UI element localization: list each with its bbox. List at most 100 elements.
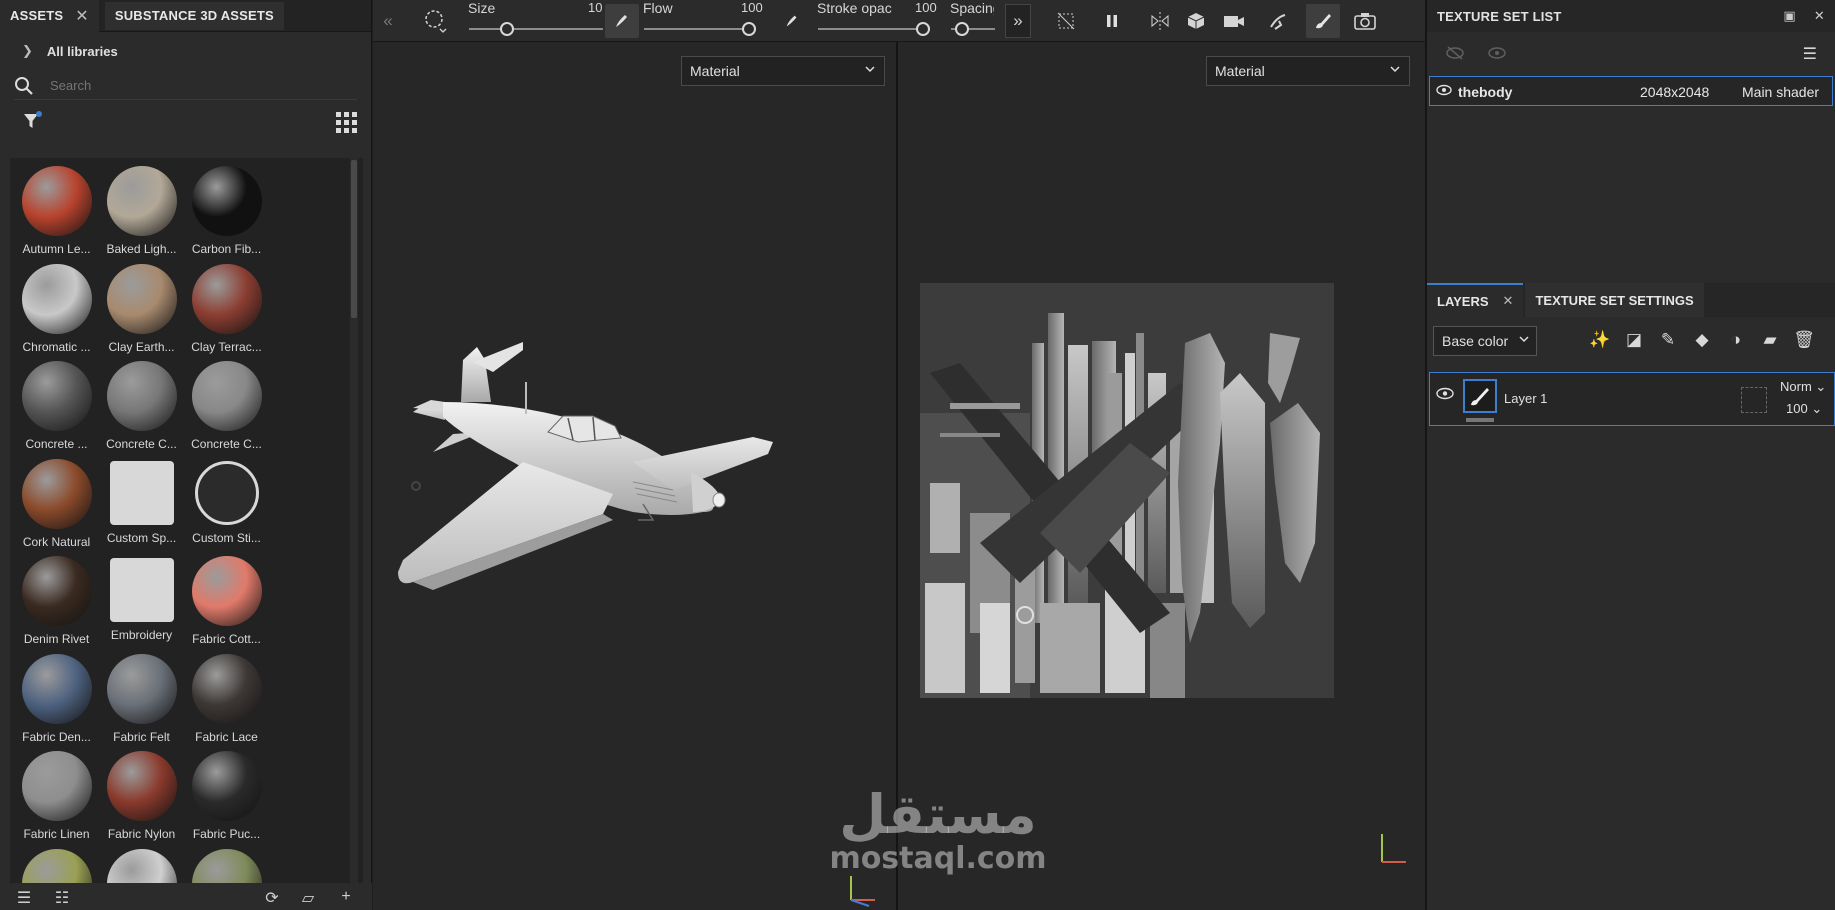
asset-item[interactable]: Fabric Felt	[99, 652, 184, 750]
asset-item[interactable]	[14, 847, 99, 883]
asset-item[interactable]: Autumn Le...	[14, 164, 99, 262]
spacing-slider-handle[interactable]	[955, 22, 969, 36]
tab-layers[interactable]: LAYERS ✕	[1427, 283, 1524, 317]
assets-grid-area: Autumn Le... Baked Ligh... Carbon Fib... Ch…	[10, 158, 363, 883]
tab-texture-set-settings[interactable]: TEXTURE SET SETTINGS	[1525, 283, 1704, 317]
asset-item[interactable]: Fabric Puc...	[184, 749, 269, 847]
add-smart-material-icon[interactable]: ◑	[1725, 330, 1747, 352]
asset-item[interactable]: Concrete ...	[14, 359, 99, 457]
asset-item[interactable]: Fabric Den...	[14, 652, 99, 750]
asset-item[interactable]: Concrete C...	[184, 359, 269, 457]
uv-texture-preview[interactable]	[920, 283, 1334, 698]
assets-scrollbar[interactable]	[350, 158, 358, 883]
texture-set-row[interactable]: thebody 2048x2048 Main shader	[1429, 76, 1833, 106]
viewport-2d-mode-dropdown[interactable]: Material	[1206, 56, 1410, 86]
scrollbar-thumb[interactable]	[351, 160, 357, 318]
viewport-3d[interactable]: Material	[373, 42, 896, 910]
layer-thumbnail[interactable]	[1463, 379, 1497, 413]
stroke-opacity-slider-handle[interactable]	[916, 22, 930, 36]
material-sphere-preview	[21, 751, 92, 821]
add-folder-icon[interactable]: ▰	[1759, 330, 1781, 352]
layer-mask-handle	[1466, 418, 1494, 422]
asset-item[interactable]: Fabric Cott...	[184, 554, 269, 652]
flow-slider[interactable]	[644, 28, 756, 30]
add-paint-layer-icon[interactable]: ✎	[1657, 330, 1679, 352]
viewport-2d[interactable]: Material مستقل mostaql.com	[829, 42, 1425, 910]
stroke-opacity-value: 100	[915, 0, 937, 15]
close-icon[interactable]: ✕	[1503, 293, 1514, 309]
brush-shape-icon[interactable]	[419, 4, 453, 38]
asset-item[interactable]: Fabric Linen	[14, 749, 99, 847]
asset-item[interactable]: Baked Ligh...	[99, 164, 184, 262]
channel-dropdown[interactable]: Base color	[1433, 326, 1537, 356]
screenshot-camera-icon[interactable]	[1348, 4, 1382, 38]
refresh-icon[interactable]: ⟳	[262, 888, 282, 907]
new-folder-icon[interactable]: ▱	[298, 888, 318, 907]
symmetry-icon[interactable]	[1143, 4, 1177, 38]
stroke-opacity-slider[interactable]	[818, 28, 930, 30]
asset-item[interactable]: Clay Earth...	[99, 262, 184, 360]
close-icon[interactable]: ✕	[1814, 8, 1825, 24]
asset-item[interactable]: Cork Natural	[14, 457, 99, 555]
visibility-eye-icon[interactable]	[1436, 387, 1454, 403]
asset-item[interactable]: Embroidery	[99, 554, 184, 652]
display-cube-icon[interactable]	[1179, 4, 1213, 38]
asset-item[interactable]: Denim Rivet	[14, 554, 99, 652]
asset-label: Fabric Puc...	[192, 827, 261, 841]
close-icon[interactable]: ✕	[75, 6, 89, 26]
flow-slider-handle[interactable]	[742, 22, 756, 36]
asset-item[interactable]: Carbon Fib...	[184, 164, 269, 262]
flow-pen-pressure-icon[interactable]	[605, 4, 639, 38]
menu-icon[interactable]: ☰	[1803, 44, 1817, 64]
size-label: Size	[468, 0, 496, 16]
tab-substance-assets[interactable]: SUBSTANCE 3D ASSETS	[104, 1, 284, 30]
size-slider[interactable]	[469, 28, 603, 30]
hide-all-icon[interactable]	[1445, 45, 1465, 63]
add-mask-icon[interactable]: ◪	[1623, 330, 1645, 352]
blend-mode-dropdown[interactable]: Norm ⌄	[1780, 379, 1826, 395]
tab-assets[interactable]: ASSETS ✕	[0, 0, 99, 32]
layer-mask-slot[interactable]	[1741, 387, 1767, 413]
search-input[interactable]	[50, 78, 310, 93]
material-sphere-preview	[21, 166, 92, 236]
grid-view-icon[interactable]	[336, 111, 357, 133]
material-sphere-preview	[191, 848, 262, 883]
asset-item[interactable]	[99, 847, 184, 883]
material-sphere-preview	[106, 848, 177, 883]
asset-label: Carbon Fib...	[191, 242, 262, 256]
camera-icon[interactable]	[1217, 4, 1251, 38]
add-icon[interactable]: +	[336, 888, 356, 906]
airplane-model[interactable]	[373, 42, 896, 642]
paint-mode-icon[interactable]	[1306, 4, 1340, 38]
layer-row[interactable]: Layer 1 Norm ⌄ 100 ⌄	[1429, 372, 1835, 426]
asset-item[interactable]: Custom Sp...	[99, 457, 184, 555]
show-all-icon[interactable]	[1487, 46, 1507, 63]
hide-selection-icon[interactable]	[1049, 4, 1083, 38]
delete-icon[interactable]: 🗑	[1793, 330, 1815, 352]
render-mode-icon[interactable]	[1261, 4, 1295, 38]
expand-toolbar-icon[interactable]: »	[1005, 4, 1031, 38]
all-libraries[interactable]: ❯ All libraries	[0, 32, 371, 70]
visibility-eye-icon[interactable]	[1436, 83, 1452, 99]
add-effect-icon[interactable]: ✨	[1589, 330, 1611, 352]
asset-item[interactable]: Clay Terrac...	[184, 262, 269, 360]
asset-item[interactable]	[184, 847, 269, 883]
list-filter-icon[interactable]: ☷	[52, 888, 72, 907]
filter-icon[interactable]	[22, 110, 44, 135]
asset-item[interactable]: Fabric Lace	[184, 652, 269, 750]
asset-item[interactable]: Fabric Nylon	[99, 749, 184, 847]
size-slider-handle[interactable]	[500, 22, 514, 36]
collapse-left-icon[interactable]: «	[373, 4, 403, 38]
asset-item[interactable]: Chromatic ...	[14, 262, 99, 360]
maximize-icon[interactable]: ▣	[1783, 8, 1795, 24]
add-fill-layer-icon[interactable]: ◆	[1691, 330, 1713, 352]
pause-icon[interactable]	[1095, 4, 1129, 38]
chevron-right-icon[interactable]: ❯	[22, 43, 33, 59]
sort-icon[interactable]: ☰	[14, 888, 34, 907]
stroke-pen-pressure-icon[interactable]	[775, 4, 809, 38]
texture-set-name: thebody	[1458, 84, 1513, 100]
opacity-dropdown[interactable]: 100 ⌄	[1786, 401, 1822, 417]
asset-item[interactable]: Custom Sti...	[184, 457, 269, 555]
material-sphere-preview	[191, 361, 262, 431]
asset-item[interactable]: Concrete C...	[99, 359, 184, 457]
